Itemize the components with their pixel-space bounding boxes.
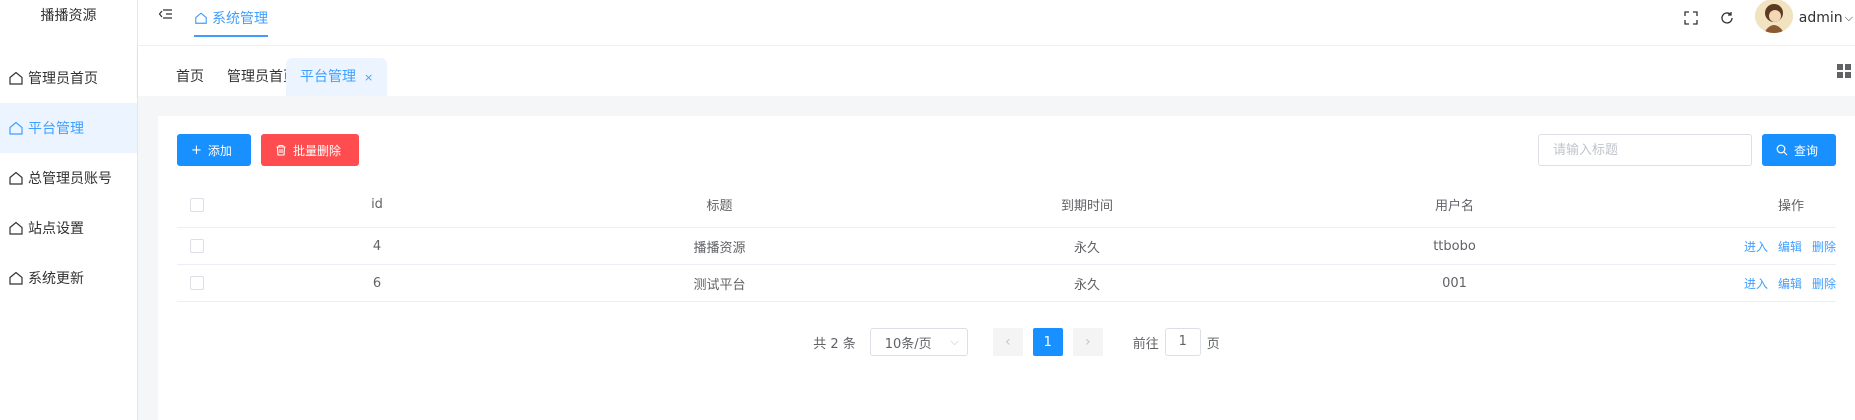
tag-label: 首页 [176,69,204,85]
grid-menu-icon[interactable] [1837,64,1851,78]
trash-icon [276,144,286,156]
column-header-username: 用户名 [1434,199,1474,214]
table-header: id 标题 到期时间 用户名 操作 [177,182,1836,228]
home-icon [9,121,23,135]
header-actions: admin ⌵ [1683,0,1855,36]
tags-view: 首页 管理员首页 平台管理 × [138,46,1855,96]
sidebar-item-label: 管理员首页 [28,71,98,87]
home-icon [195,11,207,24]
fullscreen-icon[interactable] [1683,10,1699,26]
goto-prefix: 前往 [1132,336,1159,352]
home-icon [9,221,23,235]
plus-icon: + [191,142,202,158]
goto-page-input[interactable]: 1 [1164,328,1201,356]
header-tab-system[interactable]: 系统管理 [194,0,268,37]
cell-username: 001 [1442,275,1467,291]
chevron-right-icon: › [1084,334,1091,350]
sidebar-menu: 管理员首页 平台管理 总管理员账号 站点设置 系统更新 [0,53,137,303]
page-number-button[interactable]: 1 [1032,328,1063,356]
header-tab-label: 系统管理 [212,10,268,27]
sidebar-item-platform[interactable]: 平台管理 [0,103,137,153]
page-size-value: 10条/页 [884,336,932,352]
username[interactable]: admin [1799,10,1843,26]
sidebar-item-site-settings[interactable]: 站点设置 [0,203,137,253]
tag-platform[interactable]: 平台管理 × [286,58,388,96]
cell-username: ttbobo [1433,238,1476,254]
column-header-actions: 操作 [1637,195,1836,214]
row-checkbox[interactable] [190,239,204,253]
sidebar-item-system-update[interactable]: 系统更新 [0,253,137,303]
search-icon [1776,144,1788,156]
sidebar: 播播资源 管理员首页 平台管理 总管理员账号 站点设置 系统更新 [0,0,138,420]
row-select-cell [177,276,217,290]
enter-link[interactable]: 进入 [1744,275,1768,292]
indent-icon[interactable] [158,6,174,22]
goto-page: 前往 1 页 [1133,328,1220,356]
cell-expire: 永久 [1073,240,1100,256]
cell-title: 测试平台 [693,277,746,293]
add-button[interactable]: + 添加 [177,134,251,166]
sidebar-item-label: 系统更新 [28,271,84,287]
cell-id: 4 [372,238,382,254]
add-button-label: 添加 [207,143,232,158]
sidebar-item-label: 平台管理 [28,121,84,137]
enter-link[interactable]: 进入 [1744,238,1768,255]
chevron-down-icon: ⌵ [950,335,959,348]
row-checkbox[interactable] [190,276,204,290]
home-icon [9,271,23,285]
select-all-cell [177,197,217,212]
batch-delete-label: 批量删除 [293,143,342,158]
row-select-cell [177,239,217,253]
sidebar-item-admin-home[interactable]: 管理员首页 [0,53,137,103]
tag-home[interactable]: 首页 [162,58,218,96]
top-header: 系统管理 admin ⌵ [138,0,1855,46]
cell-expire: 永久 [1073,277,1100,293]
next-page-button[interactable]: › [1072,328,1103,356]
batch-delete-button[interactable]: 批量删除 [261,134,359,166]
query-button[interactable]: 查询 [1762,134,1836,166]
pagination: 共 2 条 10条/页 ⌵ ‹ 1 › 前往 1 页 [158,328,1855,356]
column-header-expire: 到期时间 [1060,199,1113,214]
home-icon [9,71,23,85]
cell-title: 播播资源 [693,240,746,256]
chevron-down-icon[interactable]: ⌵ [1845,11,1853,25]
edit-link[interactable]: 编辑 [1778,238,1802,255]
delete-link[interactable]: 删除 [1812,275,1836,292]
sidebar-item-super-admin[interactable]: 总管理员账号 [0,153,137,203]
cell-id: 6 [372,275,382,291]
select-all-checkbox[interactable] [190,197,204,212]
column-header-title: 标题 [706,199,733,214]
goto-suffix: 页 [1206,336,1220,352]
edit-link[interactable]: 编辑 [1778,275,1802,292]
tag-label: 平台管理 [300,69,356,85]
page-size-select[interactable]: 10条/页 ⌵ [869,328,968,356]
refresh-icon[interactable] [1719,10,1735,26]
table-row: 4 播播资源 永久 ttbobo 进入 编辑 删除 [177,228,1836,265]
search-input[interactable] [1538,134,1752,166]
delete-link[interactable]: 删除 [1812,238,1836,255]
app-logo: 播播资源 [40,8,97,24]
data-table: id 标题 到期时间 用户名 操作 4 播播资源 永久 ttbobo 进入 编辑… [177,182,1836,302]
column-header-actions-label: 操作 [1777,199,1804,214]
cell-actions: 进入 编辑 删除 [1637,238,1836,255]
main-area: + 添加 批量删除 查询 id 标题 到期时间 用户名 操作 [138,96,1855,420]
pagination-total: 共 2 条 [813,336,856,352]
close-icon[interactable]: × [364,71,373,84]
avatar[interactable] [1754,0,1793,33]
query-button-label: 查询 [1794,143,1819,158]
table-row: 6 测试平台 永久 001 进入 编辑 删除 [177,265,1836,302]
home-icon [9,171,23,185]
cell-actions: 进入 编辑 删除 [1637,275,1836,292]
column-header-id: id [371,197,383,212]
app: 播播资源 管理员首页 平台管理 总管理员账号 站点设置 系统更新 系统管理 ad… [0,0,1855,420]
sidebar-item-label: 站点设置 [28,221,84,237]
prev-page-button[interactable]: ‹ [992,328,1023,356]
sidebar-item-label: 总管理员账号 [28,171,112,187]
content-card: + 添加 批量删除 查询 id 标题 到期时间 用户名 操作 [158,116,1855,420]
chevron-left-icon: ‹ [1004,334,1011,350]
